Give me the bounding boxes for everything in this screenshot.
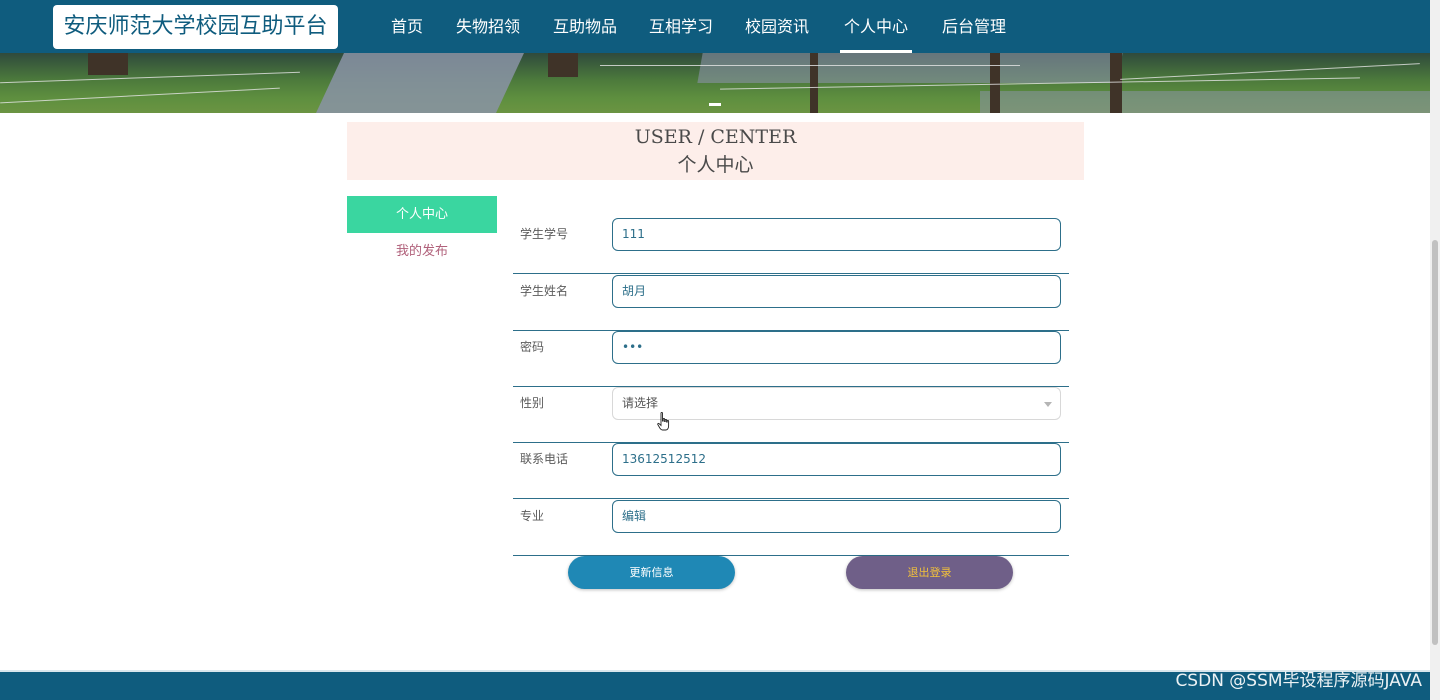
form-row-student-id: 学生学号 111 <box>513 218 1069 274</box>
student-id-label: 学生学号 <box>520 227 569 241</box>
sidebar-item-my-posts[interactable]: 我的发布 <box>347 240 497 264</box>
nav-mutual-items[interactable]: 互助物品 <box>553 0 617 53</box>
hand-pointer-icon <box>657 412 670 431</box>
page-scrollbar[interactable] <box>1430 0 1440 700</box>
chevron-down-icon <box>1044 402 1052 407</box>
student-name-input[interactable]: 胡月 <box>612 275 1061 308</box>
gender-select-value: 请选择 <box>622 396 659 410</box>
student-name-label: 学生姓名 <box>520 284 569 298</box>
form-row-gender: 性别 请选择 <box>513 387 1069 443</box>
password-label: 密码 <box>520 340 545 354</box>
update-info-button[interactable]: 更新信息 <box>568 556 735 589</box>
nav-mutual-learning[interactable]: 互相学习 <box>649 0 713 53</box>
form-row-password: 密码 ••• <box>513 331 1069 387</box>
top-navbar: 安庆师范大学校园互助平台 首页 失物招领 互助物品 互相学习 校园资讯 个人中心… <box>0 0 1430 53</box>
gender-label: 性别 <box>520 396 545 410</box>
page-title-en: USER / CENTER <box>634 126 797 148</box>
nav-admin[interactable]: 后台管理 <box>942 0 1006 53</box>
banner-image <box>0 53 1430 113</box>
nav-campus-news[interactable]: 校园资讯 <box>745 0 809 53</box>
sidebar-item-user-center[interactable]: 个人中心 <box>347 196 497 233</box>
phone-input[interactable]: 13612512512 <box>612 443 1061 476</box>
carousel-indicator[interactable] <box>709 91 739 106</box>
logout-button[interactable]: 退出登录 <box>846 556 1013 589</box>
page-title-cn: 个人中心 <box>677 154 754 176</box>
phone-label: 联系电话 <box>520 452 569 466</box>
password-input[interactable]: ••• <box>612 331 1061 364</box>
site-logo[interactable]: 安庆师范大学校园互助平台 <box>53 5 338 49</box>
gender-select[interactable]: 请选择 <box>612 387 1061 420</box>
nav-user-center[interactable]: 个人中心 <box>839 0 913 53</box>
form-row-major: 专业 编辑 <box>513 500 1069 556</box>
nav-lost-found[interactable]: 失物招领 <box>456 0 520 53</box>
watermark: CSDN @SSM毕设程序源码JAVA <box>1175 671 1422 691</box>
page-title: USER / CENTER 个人中心 <box>347 122 1084 180</box>
scrollbar-thumb[interactable] <box>1432 240 1438 645</box>
major-input[interactable]: 编辑 <box>612 500 1061 533</box>
major-label: 专业 <box>520 509 545 523</box>
nav-home[interactable]: 首页 <box>391 0 423 53</box>
student-id-input[interactable]: 111 <box>612 218 1061 251</box>
form-row-phone: 联系电话 13612512512 <box>513 443 1069 499</box>
form-row-student-name: 学生姓名 胡月 <box>513 275 1069 331</box>
